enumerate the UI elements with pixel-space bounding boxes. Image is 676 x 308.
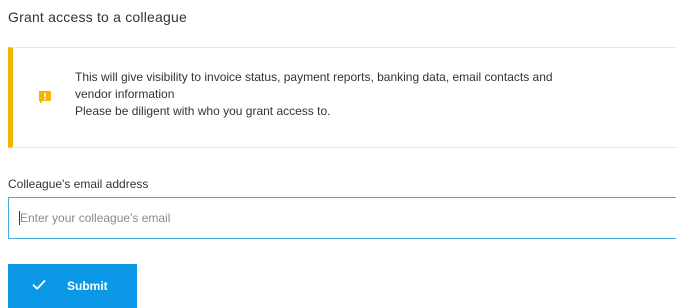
warning-line: This will give visibility to invoice sta… — [75, 70, 553, 84]
colleague-email-input[interactable] — [8, 197, 676, 239]
warning-text: This will give visibility to invoice sta… — [75, 69, 675, 120]
grant-access-page: Grant access to a colleague This will gi… — [0, 0, 676, 308]
submit-button[interactable]: Submit — [8, 264, 137, 308]
email-field-label: Colleague's email address — [8, 177, 149, 191]
warning-notice: This will give visibility to invoice sta… — [8, 47, 676, 148]
warning-speech-icon — [39, 91, 51, 104]
warning-line: vendor information — [75, 87, 175, 101]
text-caret — [19, 211, 20, 225]
page-title: Grant access to a colleague — [8, 9, 187, 25]
submit-button-label: Submit — [67, 279, 108, 293]
warning-line: Please be diligent with who you grant ac… — [75, 104, 331, 118]
check-icon — [32, 280, 46, 290]
